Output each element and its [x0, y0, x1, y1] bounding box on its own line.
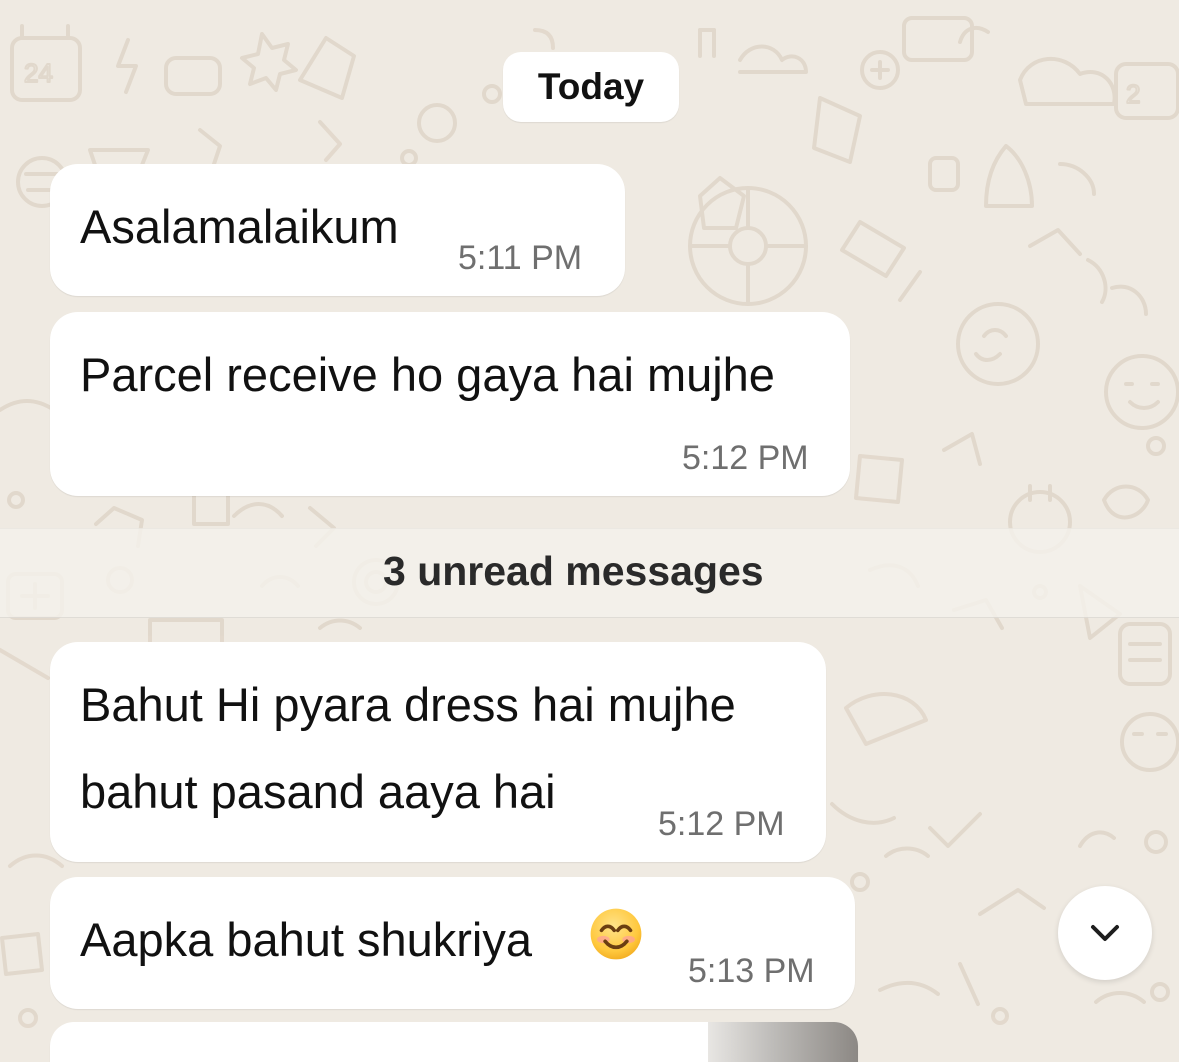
svg-text:2: 2 [1126, 79, 1140, 109]
message-text: Aapka bahut shukriya [80, 913, 533, 966]
message-timestamp: 5:11 PM [458, 239, 583, 277]
scroll-to-bottom-button[interactable] [1058, 886, 1152, 980]
svg-text:24: 24 [24, 58, 53, 88]
message-text: Asalamalaikum [80, 200, 399, 253]
message-text: Parcel receive ho gaya hai mujhe [80, 348, 775, 401]
message-timestamp: 5:13 PM [688, 952, 815, 990]
message-timestamp: 5:12 PM [682, 439, 809, 477]
message-bubble-asalamalaikum[interactable]: Asalamalaikum 5:11 PM [50, 164, 625, 296]
smiling-face-emoji-icon [590, 908, 642, 960]
message-bubble-parcel-received[interactable]: Parcel receive ho gaya hai mujhe 5:12 PM [50, 312, 850, 496]
chevron-down-icon [1091, 925, 1119, 941]
date-separator-today: Today [503, 52, 679, 122]
unread-messages-label: 3 unread messages [383, 548, 764, 594]
message-text-line-1: Bahut Hi pyara dress hai mujhe [80, 678, 736, 731]
next-message-media-thumbnail [708, 1022, 858, 1062]
message-bubble-dress-feedback[interactable]: Bahut Hi pyara dress hai mujhe bahut pas… [50, 642, 826, 862]
message-bubble-thank-you[interactable]: Aapka bahut shukriya 5:13 PM [50, 877, 855, 1009]
message-text-line-2: bahut pasand aaya hai [80, 765, 556, 818]
message-timestamp: 5:12 PM [658, 805, 785, 843]
next-message-preview[interactable] [50, 1022, 858, 1062]
